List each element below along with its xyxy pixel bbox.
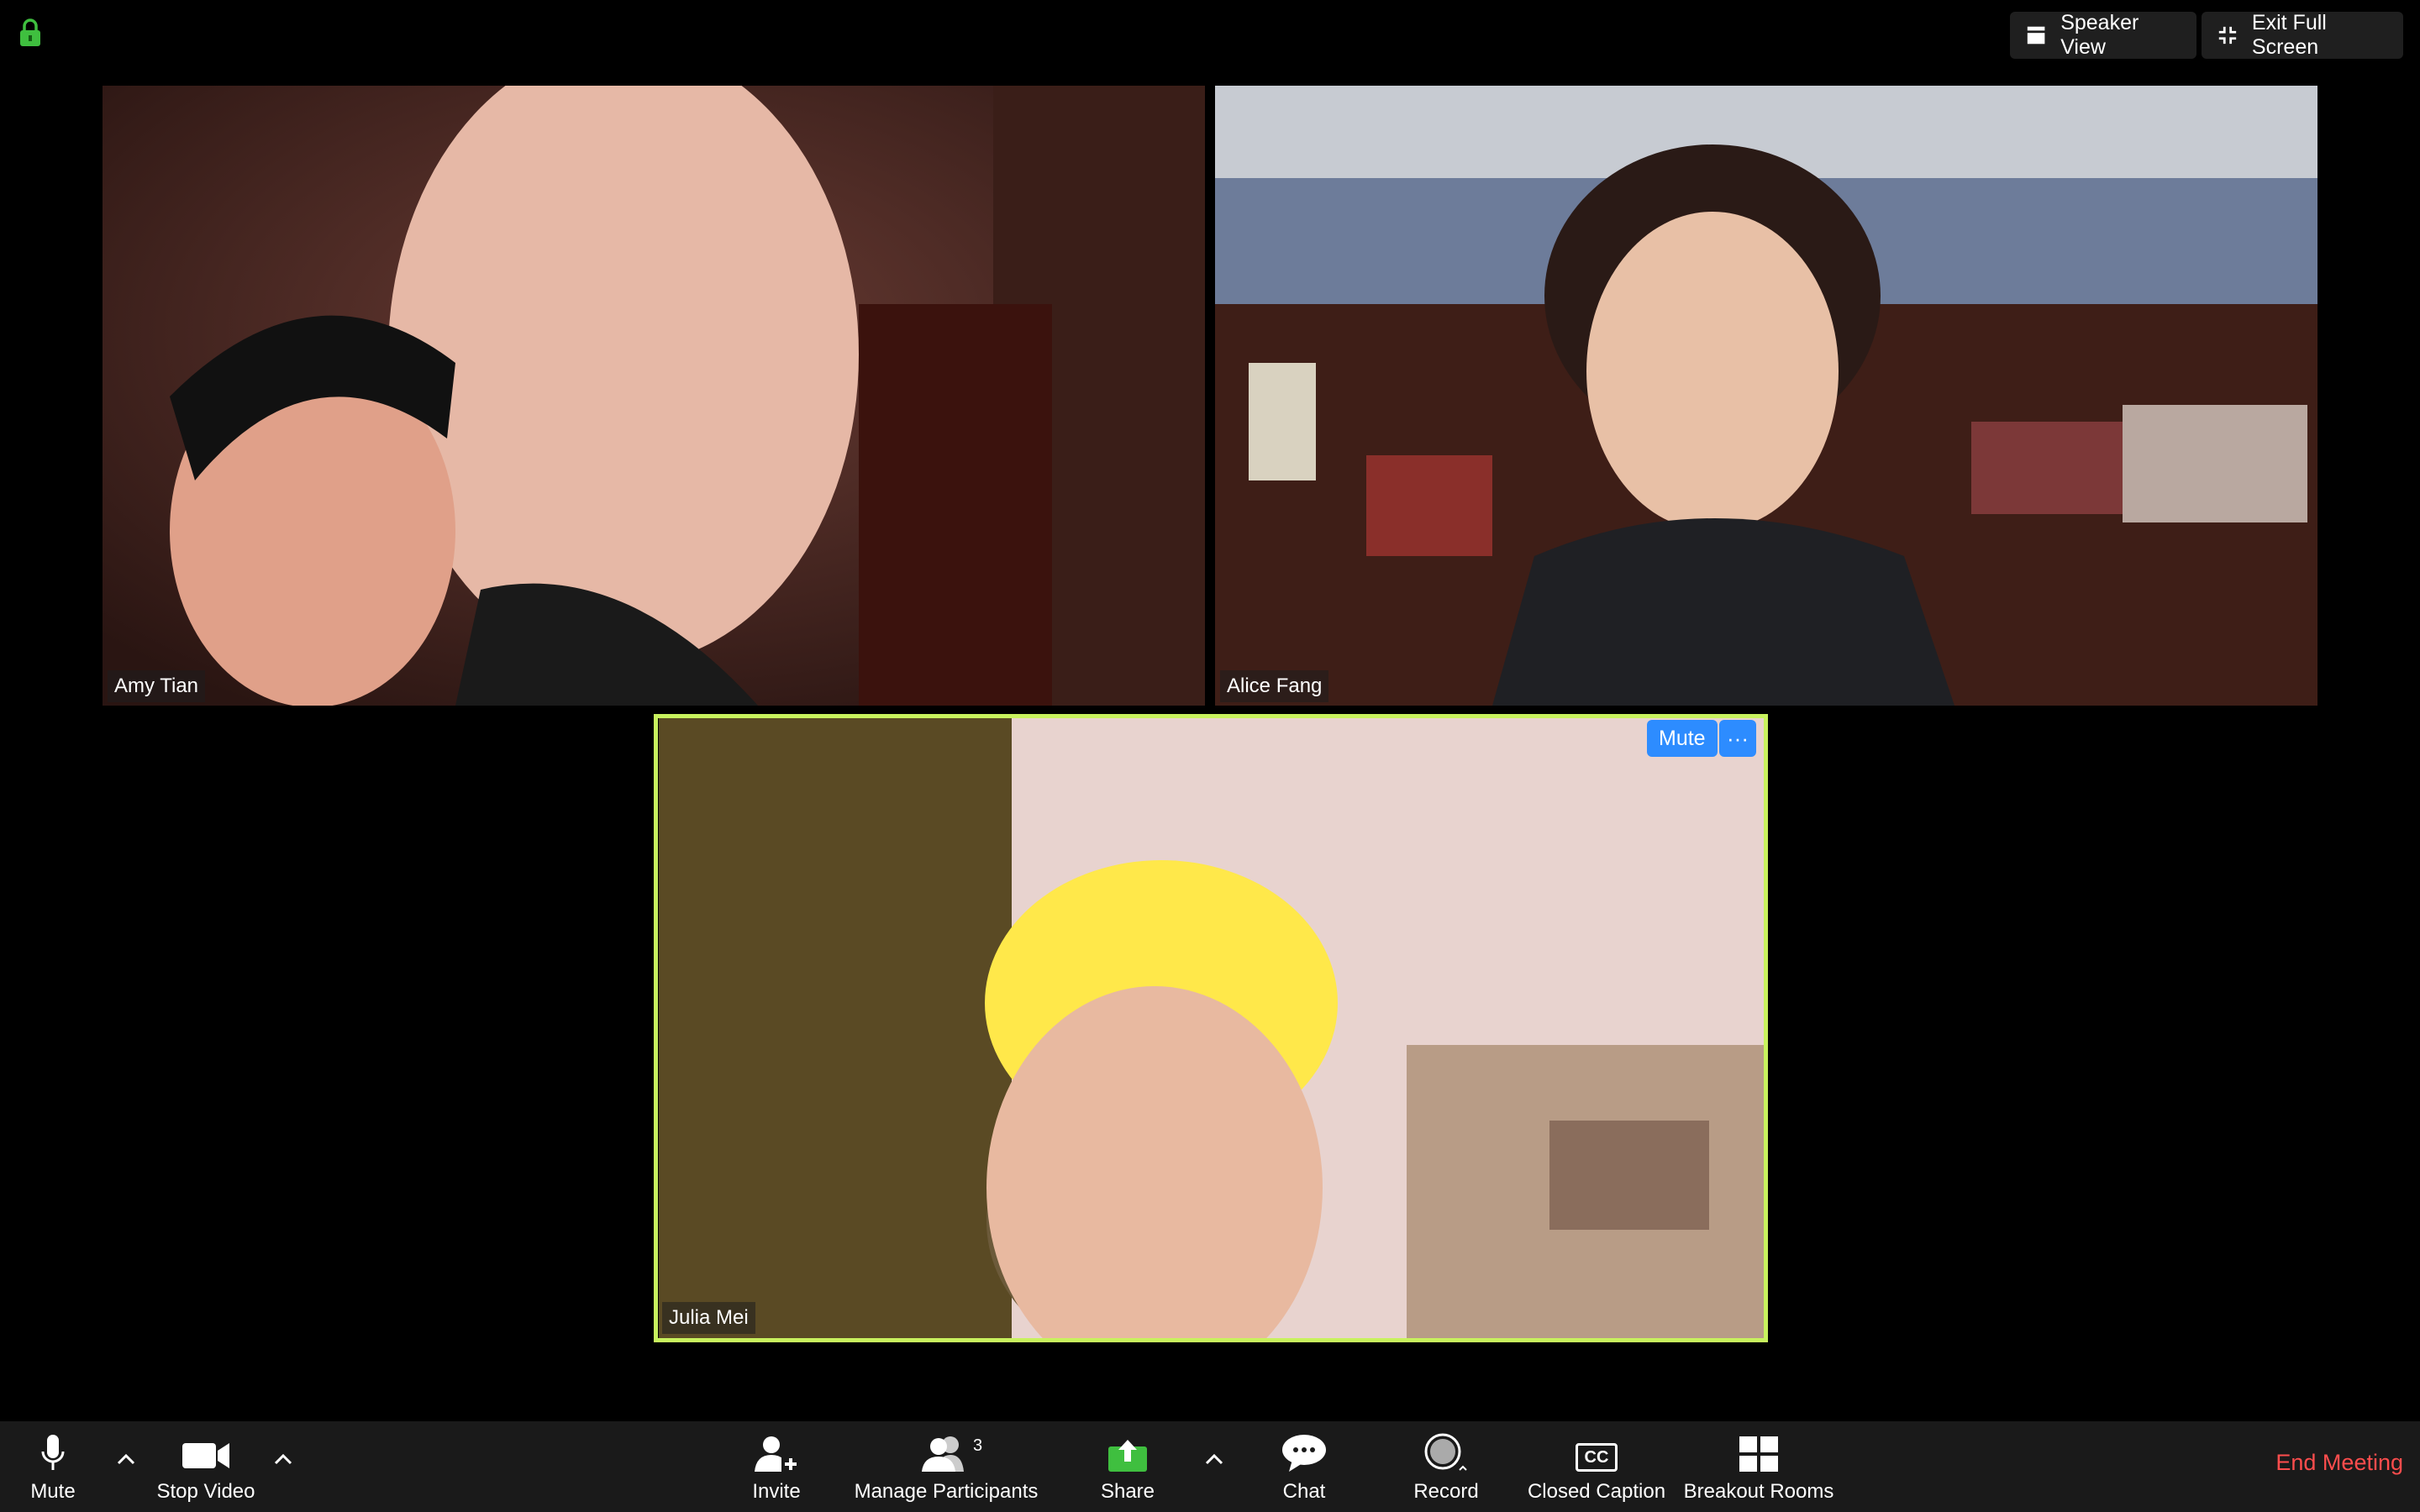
participant-name-label: Alice Fang: [1220, 670, 1329, 702]
participant-count-badge: 3: [973, 1436, 983, 1455]
chat-label: Chat: [1282, 1480, 1326, 1503]
record-label: Record: [1413, 1480, 1479, 1503]
video-tile-amy-tian[interactable]: Amy Tian: [103, 86, 1205, 706]
chat-bubble-icon: [1282, 1435, 1326, 1472]
video-camera-icon: [182, 1443, 229, 1468]
video-feed: [1215, 86, 2317, 706]
speaker-view-button[interactable]: Speaker View: [2010, 11, 2196, 59]
exit-full-screen-label: Exit Full Screen: [2251, 11, 2327, 59]
invite-label: Invite: [752, 1480, 801, 1503]
invite-user-icon: [755, 1436, 800, 1472]
participant-name-label: Amy Tian: [108, 670, 206, 702]
video-tile-alice-fang[interactable]: Alice Fang: [1215, 86, 2317, 706]
exit-full-screen-button[interactable]: Exit Full Screen: [2202, 11, 2403, 59]
exit-full-screen-icon: [2218, 26, 2237, 45]
chat-button[interactable]: Chat: [1269, 1421, 1339, 1512]
speaker-view-icon: [2027, 26, 2045, 45]
video-options-caret-icon[interactable]: [271, 1446, 296, 1472]
closed-caption-icon: CC: [1576, 1443, 1618, 1472]
closed-caption-button[interactable]: CC Closed Caption: [1523, 1421, 1670, 1512]
share-label: Share: [1100, 1480, 1155, 1503]
share-screen-button[interactable]: Share: [1092, 1421, 1163, 1512]
speaker-view-label: Speaker View: [2060, 11, 2139, 59]
breakout-rooms-button[interactable]: Breakout Rooms: [1681, 1421, 1837, 1512]
more-options-button[interactable]: ···: [1719, 720, 1756, 757]
manage-participants-button[interactable]: Manage Participants: [849, 1421, 1044, 1512]
mute-participant-button[interactable]: Mute: [1647, 720, 1718, 757]
stop-video-label: Stop Video: [156, 1480, 255, 1503]
encryption-lock-icon[interactable]: [18, 18, 42, 47]
mute-label: Mute: [30, 1480, 76, 1503]
meeting-toolbar: Mute Stop Video Invite Manage Participan…: [0, 1421, 2420, 1512]
stop-video-button[interactable]: Stop Video: [151, 1421, 260, 1512]
manage-participants-label: Manage Participants: [854, 1480, 1039, 1503]
more-options-icon: ···: [1727, 726, 1749, 751]
closed-caption-label: Closed Caption: [1527, 1480, 1666, 1503]
invite-button[interactable]: Invite: [739, 1421, 813, 1512]
breakout-rooms-icon: [1739, 1436, 1778, 1472]
participants-icon: [922, 1436, 964, 1472]
video-feed: [103, 86, 1205, 706]
end-meeting-button[interactable]: End Meeting: [2275, 1450, 2403, 1476]
breakout-rooms-label: Breakout Rooms: [1683, 1480, 1834, 1503]
active-speaker-border: [654, 714, 1768, 1342]
share-options-caret-icon[interactable]: [1202, 1446, 1227, 1472]
microphone-icon: [41, 1435, 65, 1470]
record-icon: [1424, 1433, 1467, 1471]
share-screen-icon: [1108, 1440, 1147, 1472]
mute-button[interactable]: Mute: [20, 1421, 86, 1512]
audio-options-caret-icon[interactable]: [113, 1446, 139, 1472]
record-button[interactable]: Record: [1408, 1421, 1484, 1512]
